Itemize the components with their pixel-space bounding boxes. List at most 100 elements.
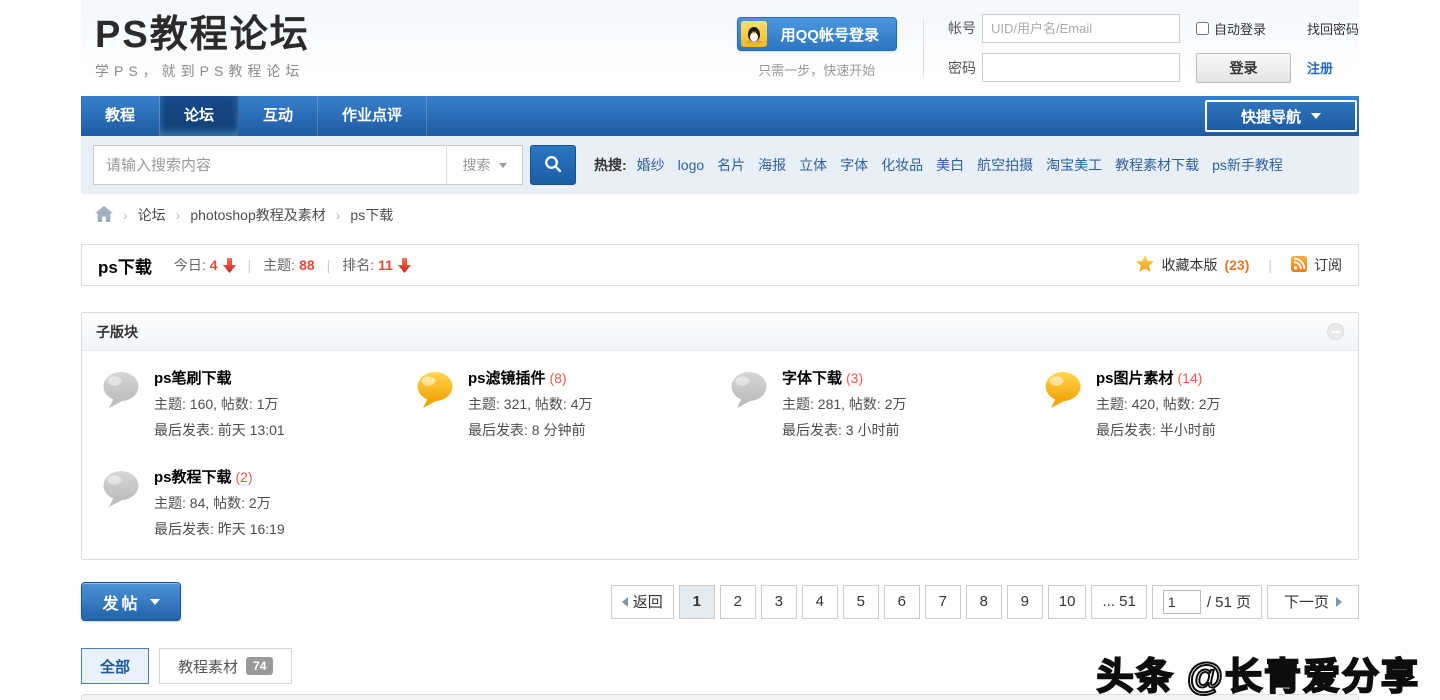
search-box: 搜索 [93, 145, 523, 185]
subforum-name[interactable]: ps笔刷下载 [154, 370, 232, 387]
register-link[interactable]: 注册 [1307, 58, 1333, 77]
home-icon[interactable] [95, 206, 113, 225]
pagination-page-2[interactable]: 2 [720, 585, 756, 619]
page-container: PS教程论坛 学PS，就到PS教程论坛 用QQ帐号登录 只需一步，快速开始 [81, 0, 1359, 700]
collapse-icon[interactable] [1327, 323, 1344, 340]
pagination-page-10[interactable]: 10 [1048, 585, 1087, 619]
new-post-button[interactable]: 发帖 [81, 582, 181, 621]
account-input[interactable] [982, 14, 1180, 43]
nav-item-forum[interactable]: 论坛 [160, 96, 239, 136]
forgot-password-link[interactable]: 找回密码 [1307, 19, 1359, 38]
stat-divider: | [248, 257, 252, 273]
forum-title: ps下载 [98, 253, 152, 278]
pagination-page-4[interactable]: 4 [802, 585, 838, 619]
password-label: 密码 [948, 58, 976, 78]
hot-link[interactable]: 字体 [840, 155, 868, 175]
search-type-dropdown[interactable]: 搜索 [446, 145, 522, 185]
chevron-down-icon [150, 599, 160, 605]
pagination-page-6[interactable]: 6 [884, 585, 920, 619]
quick-nav-dropdown[interactable]: 快捷导航 [1205, 100, 1357, 132]
site-logo[interactable]: PS教程论坛 学PS，就到PS教程论坛 [95, 15, 310, 81]
breadcrumb-separator: › [336, 207, 341, 223]
main-nav: 教程 论坛 互动 作业点评 快捷导航 [81, 96, 1359, 136]
login-button[interactable]: 登录 [1196, 53, 1291, 83]
speech-bubble-icon [100, 468, 144, 539]
breadcrumb-link-forum[interactable]: 论坛 [138, 205, 166, 225]
tab-all[interactable]: 全部 [81, 648, 149, 684]
hot-link[interactable]: logo [678, 157, 704, 173]
subforum-name[interactable]: ps图片素材 [1096, 370, 1174, 387]
speech-bubble-icon [728, 369, 772, 440]
pagination-back-button[interactable]: 返回 [611, 585, 674, 619]
pagination-page-7[interactable]: 7 [925, 585, 961, 619]
breadcrumb-link-category[interactable]: photoshop教程及素材 [190, 205, 325, 225]
subforum-fonts[interactable]: 字体下载(3) 主题: 281, 帖数: 2万 最后发表: 3 小时前 [720, 367, 1034, 440]
tab-all-label: 全部 [100, 656, 130, 677]
tab-tutorial-count-badge: 74 [246, 657, 273, 675]
subforum-last-post: 最后发表: 前天 13:01 [154, 420, 285, 440]
subforum-ps-brushes[interactable]: ps笔刷下载 主题: 160, 帖数: 1万 最后发表: 前天 13:01 [92, 367, 406, 440]
subforum-ps-filters[interactable]: ps滤镜插件(8) 主题: 321, 帖数: 4万 最后发表: 8 分钟前 [406, 367, 720, 440]
logo-title: PS教程论坛 [95, 15, 310, 57]
stat-divider: | [1268, 257, 1272, 273]
subforum-new-count: (2) [236, 469, 253, 485]
rss-icon[interactable] [1291, 256, 1307, 275]
pagination-last-page[interactable]: ... 51 [1091, 585, 1146, 619]
subforum-ps-tutorials[interactable]: ps教程下载(2) 主题: 84, 帖数: 2万 最后发表: 昨天 16:19 [92, 466, 406, 539]
stat-today: 今日: 4 [174, 255, 236, 275]
auto-login-checkbox[interactable] [1196, 22, 1209, 35]
hot-link[interactable]: 化妆品 [881, 155, 923, 175]
pagination-jump-box: / 51 页 [1152, 585, 1262, 619]
star-icon [1136, 255, 1154, 275]
search-type-label: 搜索 [463, 155, 491, 175]
site-header: PS教程论坛 学PS，就到PS教程论坛 用QQ帐号登录 只需一步，快速开始 [81, 0, 1359, 96]
hot-link[interactable]: 航空拍摄 [977, 155, 1033, 175]
hot-link[interactable]: 海报 [758, 155, 786, 175]
back-arrow-icon [622, 597, 628, 607]
pagination-next-button[interactable]: 下一页 [1267, 585, 1359, 619]
breadcrumb-link-current[interactable]: ps下载 [350, 205, 393, 225]
down-trend-icon [223, 258, 236, 273]
stat-threads: 主题: 88 [263, 255, 314, 275]
hot-link[interactable]: 婚纱 [637, 155, 665, 175]
nav-item-tutorials[interactable]: 教程 [81, 96, 160, 136]
hot-link[interactable]: 名片 [717, 155, 745, 175]
tab-tutorial-material[interactable]: 教程素材 74 [159, 648, 292, 684]
down-trend-icon [398, 258, 411, 273]
page-jump-input[interactable] [1163, 590, 1201, 614]
search-input[interactable] [94, 147, 446, 183]
hot-link[interactable]: 教程素材下载 [1115, 155, 1199, 175]
auto-login-toggle[interactable]: 自动登录 [1196, 19, 1266, 38]
pagination-page-3[interactable]: 3 [761, 585, 797, 619]
hot-link[interactable]: ps新手教程 [1212, 155, 1283, 175]
subscribe-link[interactable]: 订阅 [1314, 255, 1342, 275]
stat-threads-value: 88 [299, 257, 315, 273]
account-label: 帐号 [948, 18, 976, 38]
new-post-label: 发帖 [102, 590, 140, 614]
pagination-page-5[interactable]: 5 [843, 585, 879, 619]
subforums-grid: ps笔刷下载 主题: 160, 帖数: 1万 最后发表: 前天 13:01 ps… [82, 351, 1358, 559]
search-button[interactable] [530, 145, 576, 185]
subforum-name[interactable]: 字体下载 [782, 370, 842, 387]
pagination-page-9[interactable]: 9 [1007, 585, 1043, 619]
subforum-name[interactable]: ps教程下载 [154, 469, 232, 486]
password-input[interactable] [982, 53, 1180, 82]
hot-link[interactable]: 立体 [799, 155, 827, 175]
subforums-header: 子版块 [82, 313, 1358, 351]
auto-login-label: 自动登录 [1214, 19, 1266, 38]
hot-search-area: 热搜: 婚纱 logo 名片 海报 立体 字体 化妆品 美白 航空拍摄 淘宝美工… [594, 155, 1296, 175]
pagination-page-8[interactable]: 8 [966, 585, 1002, 619]
post-pagination-row: 发帖 返回 1 2 3 4 5 6 7 8 9 10 ... 51 / 51 页 [81, 582, 1359, 621]
qq-login-label: 用QQ帐号登录 [767, 24, 893, 45]
pagination-page-1[interactable]: 1 [679, 585, 715, 619]
subforum-ps-images[interactable]: ps图片素材(14) 主题: 420, 帖数: 2万 最后发表: 半小时前 [1034, 367, 1348, 440]
nav-item-homework[interactable]: 作业点评 [318, 96, 427, 136]
hot-link[interactable]: 美白 [936, 155, 964, 175]
subforum-name[interactable]: ps滤镜插件 [468, 370, 546, 387]
nav-item-interact[interactable]: 互动 [239, 96, 318, 136]
favorite-forum-link[interactable]: 收藏本版 [1161, 255, 1217, 275]
qq-login-button[interactable]: 用QQ帐号登录 [737, 17, 897, 51]
subforum-last-post: 最后发表: 半小时前 [1096, 420, 1220, 440]
speech-bubble-icon [100, 369, 144, 440]
hot-link[interactable]: 淘宝美工 [1046, 155, 1102, 175]
